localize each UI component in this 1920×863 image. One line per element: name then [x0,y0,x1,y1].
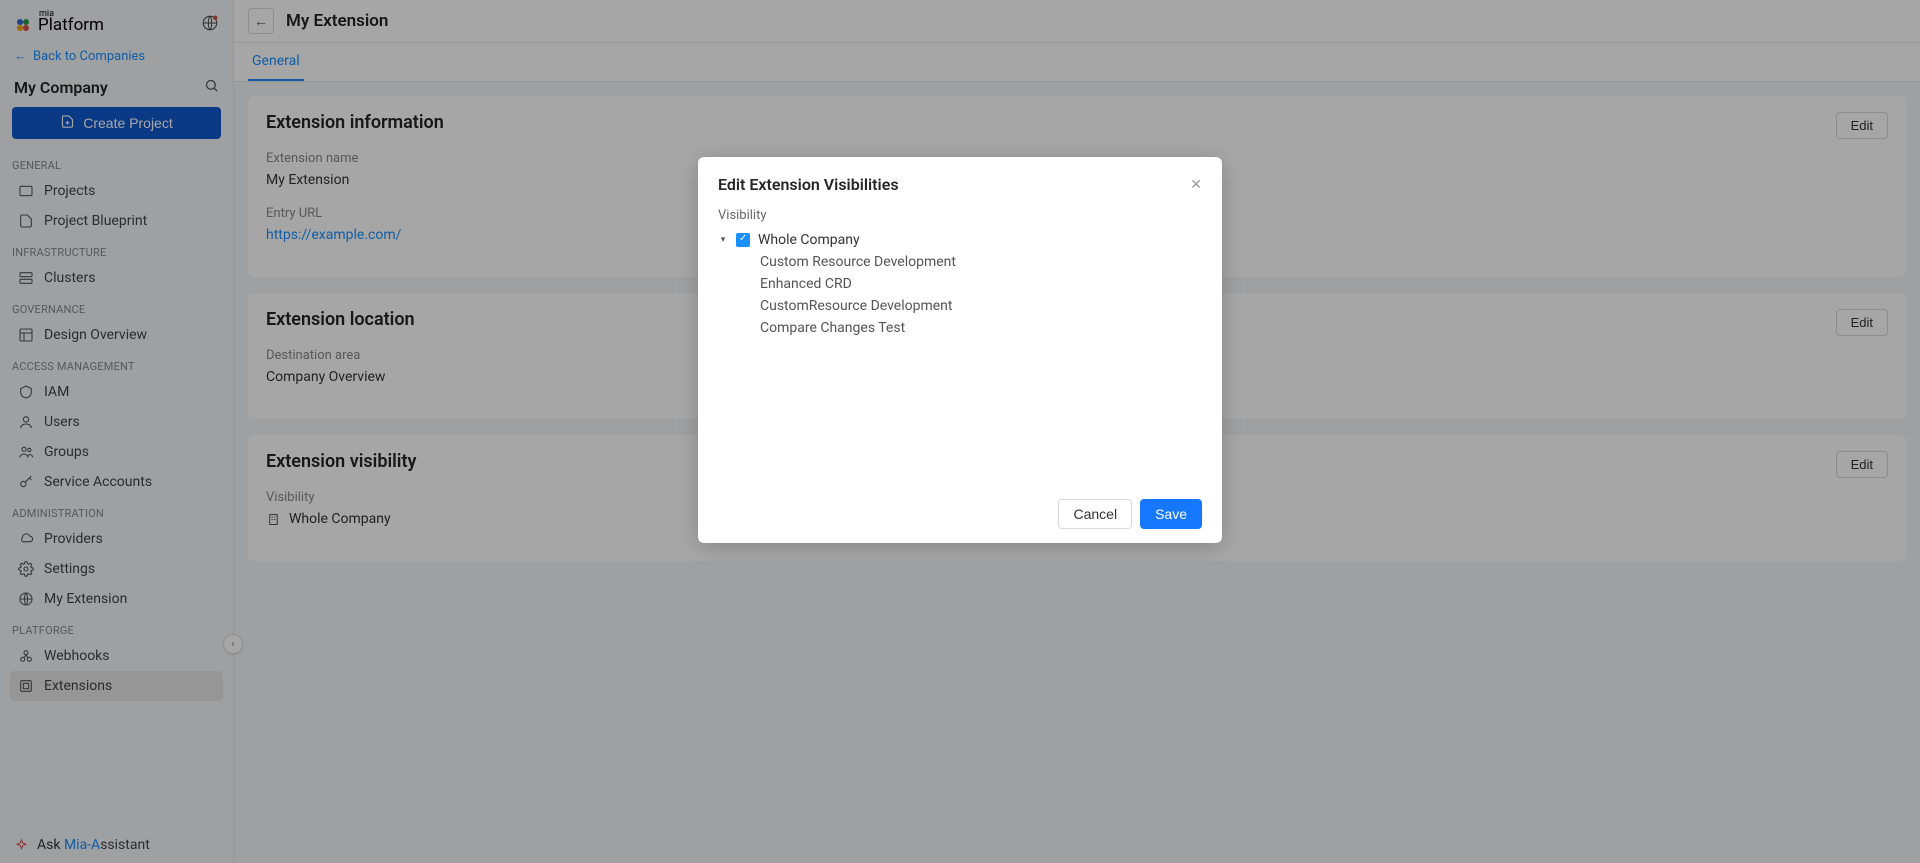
modal-title: Edit Extension Visibilities [718,175,899,194]
tree-label: Whole Company [758,232,860,248]
tree-node-child[interactable]: Enhanced CRD [718,273,1202,295]
modal-section-label: Visibility [718,208,1202,223]
save-button[interactable]: Save [1140,499,1202,529]
cancel-button[interactable]: Cancel [1058,499,1132,529]
visibility-tree: ▾ Whole Company Custom Resource Developm… [718,229,1202,339]
modal-edit-visibilities: Edit Extension Visibilities ✕ Visibility… [698,157,1222,543]
close-icon[interactable]: ✕ [1190,177,1202,193]
tree-node-child[interactable]: Compare Changes Test [718,317,1202,339]
tree-node-child[interactable]: CustomResource Development [718,295,1202,317]
tree-node-whole-company[interactable]: ▾ Whole Company [718,229,1202,251]
tree-node-child[interactable]: Custom Resource Development [718,251,1202,273]
caret-down-icon[interactable]: ▾ [718,235,728,245]
checkbox-whole-company[interactable] [736,233,750,247]
